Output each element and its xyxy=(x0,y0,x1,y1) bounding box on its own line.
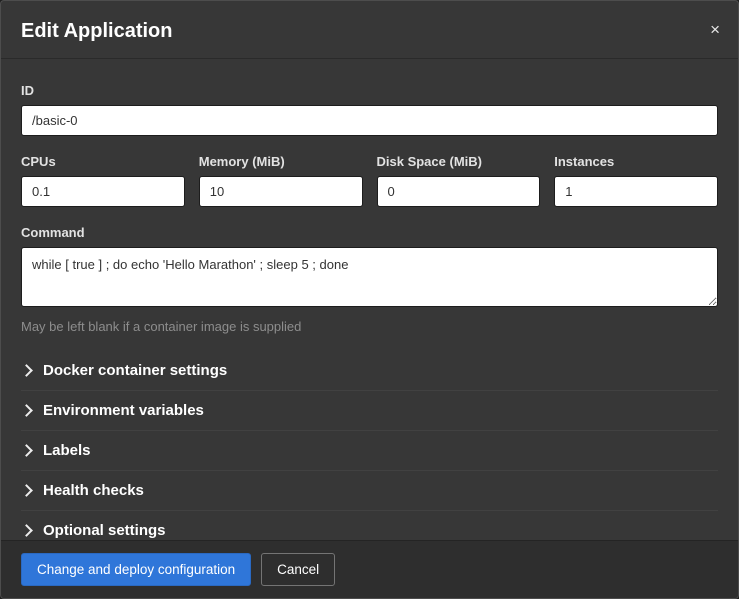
id-field-group: ID xyxy=(21,83,718,136)
modal-footer: Change and deploy configuration Cancel xyxy=(1,540,738,598)
section-label: Optional settings xyxy=(43,522,166,540)
section-optional-settings[interactable]: Optional settings xyxy=(21,510,718,540)
instances-label: Instances xyxy=(554,154,718,170)
command-label: Command xyxy=(21,225,718,241)
command-field-group: Command while [ true ] ; do echo 'Hello … xyxy=(21,225,718,335)
disk-space-field-group: Disk Space (MiB) xyxy=(377,154,541,207)
section-label: Docker container settings xyxy=(43,362,227,380)
section-label: Environment variables xyxy=(43,402,204,420)
cpus-field-group: CPUs xyxy=(21,154,185,207)
section-health-checks[interactable]: Health checks xyxy=(21,470,718,510)
section-docker-container-settings[interactable]: Docker container settings xyxy=(21,351,718,390)
memory-label: Memory (MiB) xyxy=(199,154,363,170)
disk-space-label: Disk Space (MiB) xyxy=(377,154,541,170)
section-labels[interactable]: Labels xyxy=(21,430,718,470)
disk-space-input[interactable] xyxy=(377,176,541,207)
chevron-right-icon xyxy=(20,404,33,417)
instances-input[interactable] xyxy=(554,176,718,207)
submit-button[interactable]: Change and deploy configuration xyxy=(21,553,251,586)
chevron-right-icon xyxy=(20,484,33,497)
modal-header: Edit Application × xyxy=(1,1,738,59)
cpus-label: CPUs xyxy=(21,154,185,170)
cancel-button[interactable]: Cancel xyxy=(261,553,335,586)
chevron-right-icon xyxy=(20,364,33,377)
section-label: Labels xyxy=(43,442,91,460)
section-label: Health checks xyxy=(43,482,144,500)
modal-body: ID CPUs Memory (MiB) Disk Space (MiB) In… xyxy=(1,59,738,540)
chevron-right-icon xyxy=(20,444,33,457)
edit-application-modal: Edit Application × ID CPUs Memory (MiB) … xyxy=(0,0,739,599)
chevron-right-icon xyxy=(20,524,33,537)
memory-input[interactable] xyxy=(199,176,363,207)
cpus-input[interactable] xyxy=(21,176,185,207)
close-icon[interactable]: × xyxy=(710,21,720,38)
resources-row: CPUs Memory (MiB) Disk Space (MiB) Insta… xyxy=(21,154,718,207)
command-input[interactable]: while [ true ] ; do echo 'Hello Marathon… xyxy=(21,247,718,307)
memory-field-group: Memory (MiB) xyxy=(199,154,363,207)
section-environment-variables[interactable]: Environment variables xyxy=(21,390,718,430)
collapsible-sections: Docker container settings Environment va… xyxy=(21,351,718,540)
id-input[interactable] xyxy=(21,105,718,136)
id-label: ID xyxy=(21,83,718,99)
instances-field-group: Instances xyxy=(554,154,718,207)
page-title: Edit Application xyxy=(21,18,710,44)
command-help-text: May be left blank if a container image i… xyxy=(21,319,718,335)
